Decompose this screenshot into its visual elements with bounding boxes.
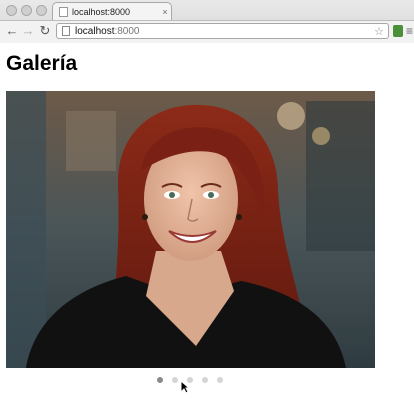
page-favicon-icon: [59, 6, 68, 17]
star-icon[interactable]: ☆: [374, 25, 384, 38]
extension-icon[interactable]: [393, 25, 403, 37]
tab-close-icon[interactable]: ×: [159, 7, 171, 17]
page-icon: [62, 26, 70, 36]
address-bar[interactable]: localhost :8000 ☆: [56, 23, 389, 39]
portrait-photo: [6, 91, 375, 368]
url-host: localhost: [75, 25, 115, 37]
maximize-window-button[interactable]: [36, 5, 47, 16]
page-title: Galería: [6, 52, 78, 75]
reload-icon[interactable]: ↻: [37, 23, 53, 39]
slide-dot[interactable]: [202, 377, 208, 383]
back-arrow-icon[interactable]: ←: [4, 23, 20, 39]
window-controls: [6, 5, 47, 16]
slide-dot[interactable]: [217, 377, 223, 383]
menu-icon[interactable]: ≡: [406, 24, 413, 38]
url-port: :8000: [114, 25, 140, 37]
slide-dot[interactable]: [172, 377, 178, 383]
browser-toolbar: ← → ↻ localhost :8000 ☆ ≡: [0, 20, 414, 43]
browser-chrome: localhost:8000 × ← → ↻ localhost :8000 ☆…: [0, 0, 414, 43]
slide-pagination: [157, 377, 223, 383]
tab-title: localhost:8000: [72, 6, 131, 17]
mouse-pointer-icon: [180, 380, 190, 394]
forward-arrow-icon[interactable]: →: [20, 23, 36, 39]
gallery-slide-image[interactable]: [6, 91, 375, 368]
minimize-window-button[interactable]: [21, 5, 32, 16]
slide-dot[interactable]: [157, 377, 163, 383]
close-window-button[interactable]: [6, 5, 17, 16]
browser-tab[interactable]: localhost:8000 ×: [52, 2, 172, 20]
